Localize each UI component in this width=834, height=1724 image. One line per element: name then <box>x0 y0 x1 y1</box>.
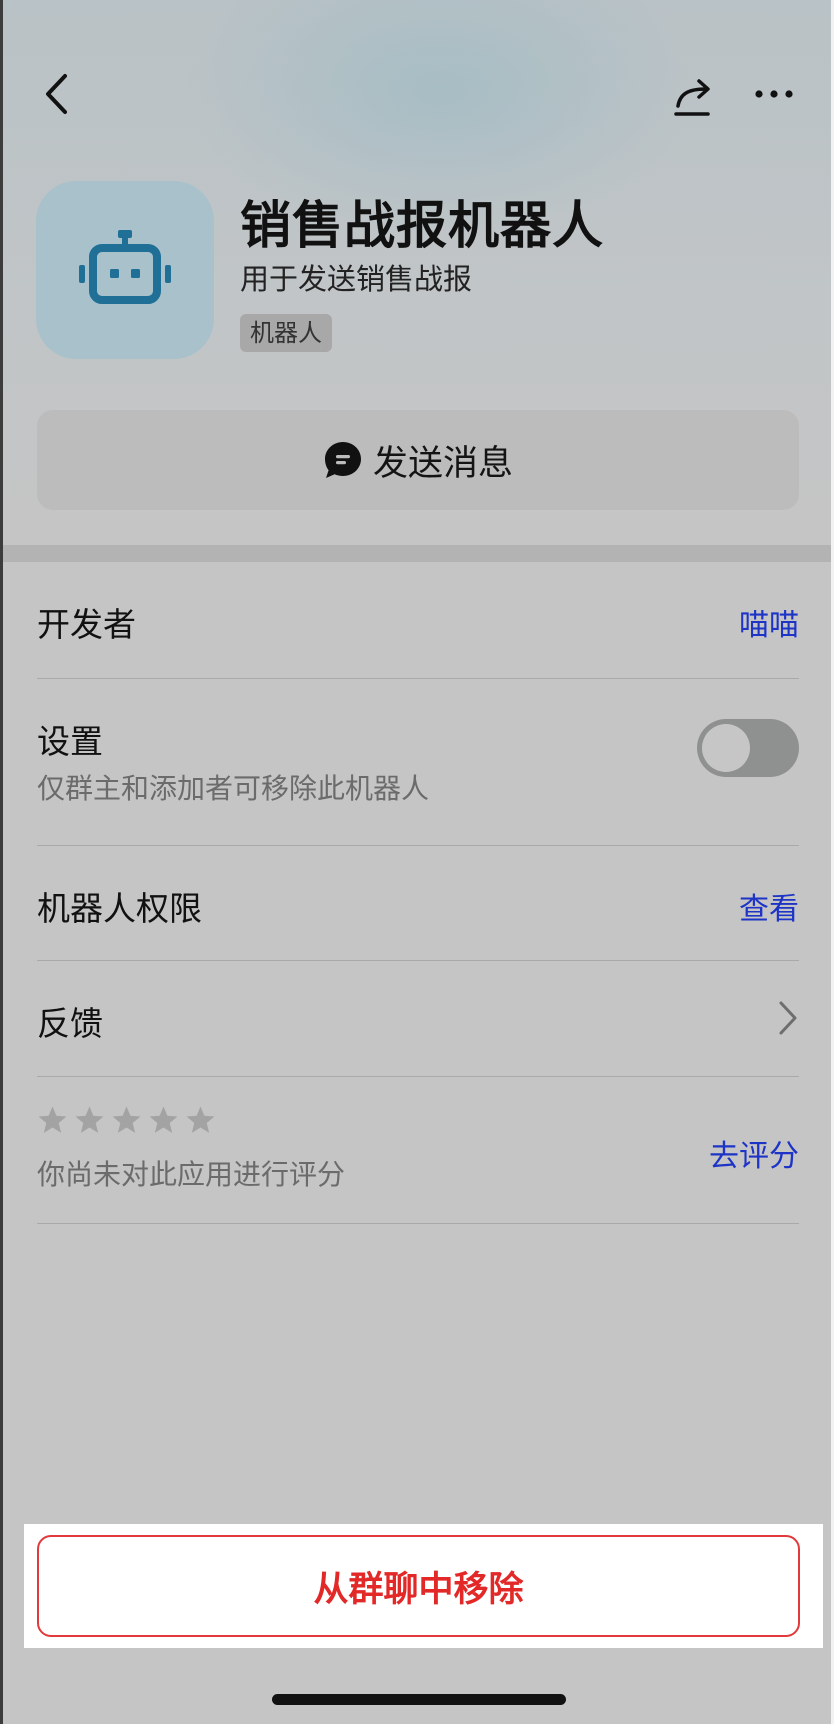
remove-from-group-button[interactable]: 从群聊中移除 <box>37 1535 800 1637</box>
remove-from-group-label: 从群聊中移除 <box>313 1569 524 1610</box>
more-button[interactable] <box>752 78 796 110</box>
settings-description: 仅群主和添加者可移除此机器人 <box>37 772 430 805</box>
bottom-action-panel: 从群聊中移除 <box>24 1524 823 1648</box>
bot-profile-page: 销售战报机器人 用于发送销售战报 机器人 发送消息 开发者 喵喵 设置 仅群主和… <box>0 0 834 1724</box>
row-divider <box>37 1223 799 1224</box>
developer-label: 开发者 <box>37 605 136 644</box>
chevron-right-icon <box>779 1001 797 1035</box>
feedback-label: 反馈 <box>37 1004 103 1043</box>
rating-status: 你尚未对此应用进行评分 <box>37 1158 346 1191</box>
send-message-button[interactable]: 发送消息 <box>37 410 799 510</box>
rating-stars[interactable] <box>37 1105 216 1135</box>
chat-bubble-icon <box>324 442 361 478</box>
star-icon[interactable] <box>148 1105 179 1135</box>
permissions-row[interactable]: 机器人权限 查看 <box>37 846 799 960</box>
chevron-left-icon <box>46 74 67 114</box>
home-indicator <box>272 1694 566 1705</box>
star-icon[interactable] <box>111 1105 142 1135</box>
robot-icon <box>79 230 171 304</box>
developer-name-link[interactable]: 喵喵 <box>739 600 799 644</box>
share-icon <box>674 79 710 116</box>
permissions-label: 机器人权限 <box>37 889 202 928</box>
feedback-row[interactable]: 反馈 <box>37 961 799 1076</box>
rate-app-link[interactable]: 去评分 <box>709 1131 799 1175</box>
view-permissions-link[interactable]: 查看 <box>739 884 799 928</box>
section-divider <box>0 545 834 562</box>
app-description: 用于发送销售战报 <box>240 262 473 296</box>
developer-row: 开发者 喵喵 <box>37 562 799 678</box>
app-name: 销售战报机器人 <box>240 197 605 256</box>
star-icon[interactable] <box>37 1105 68 1135</box>
app-icon-tile <box>36 181 214 359</box>
star-icon[interactable] <box>74 1105 105 1135</box>
app-type-tag: 机器人 <box>240 314 332 352</box>
rating-row: 你尚未对此应用进行评分 去评分 <box>37 1077 799 1223</box>
back-button[interactable] <box>34 66 78 122</box>
screen-edge-left <box>0 0 3 1724</box>
remove-permission-toggle[interactable] <box>697 719 799 777</box>
more-horizontal-icon <box>755 90 793 98</box>
share-button[interactable] <box>668 70 720 122</box>
star-icon[interactable] <box>185 1105 216 1135</box>
send-message-label: 发送消息 <box>372 443 513 484</box>
settings-label: 设置 <box>37 722 103 761</box>
toggle-knob <box>702 724 750 772</box>
settings-row: 设置 仅群主和添加者可移除此机器人 <box>37 679 799 845</box>
